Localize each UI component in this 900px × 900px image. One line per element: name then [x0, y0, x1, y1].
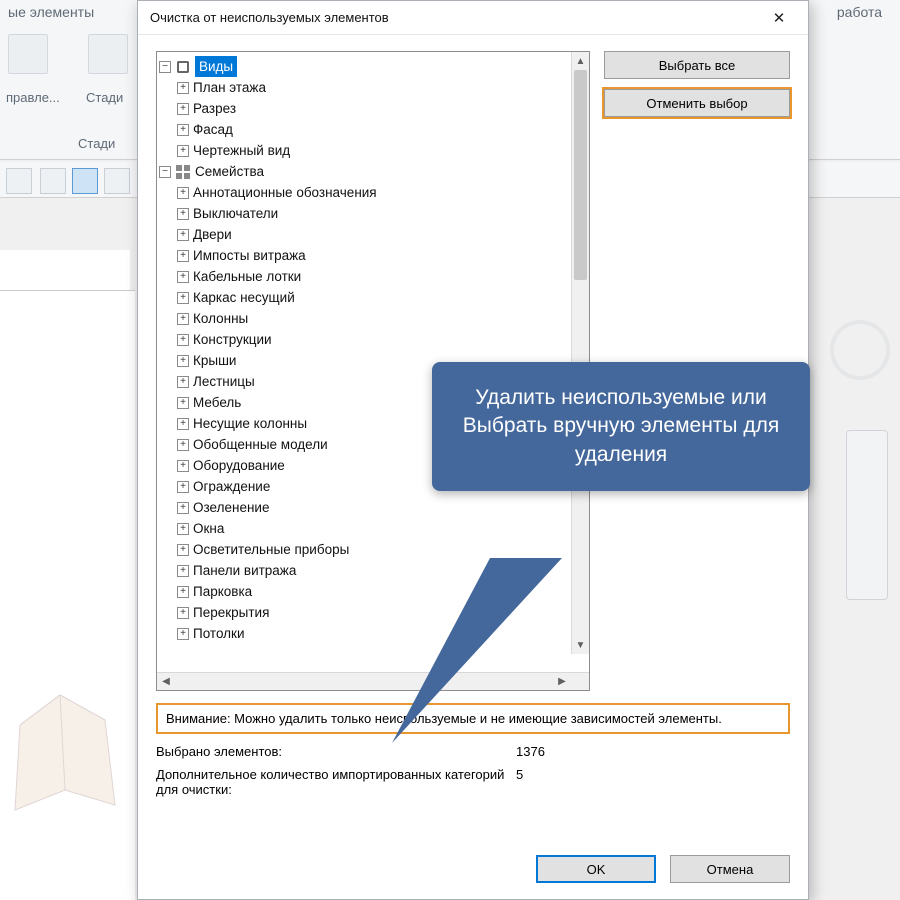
- families-node-6[interactable]: Колонны: [193, 308, 248, 329]
- toolbar-btn-4[interactable]: [104, 168, 130, 194]
- families-expand-19[interactable]: [177, 586, 189, 598]
- families-expand-3[interactable]: [177, 250, 189, 262]
- expand-toggle-views[interactable]: [159, 61, 171, 73]
- expand-toggle-families[interactable]: [159, 166, 171, 178]
- scroll-left-arrow-icon[interactable]: ◀: [157, 673, 175, 690]
- families-node-4[interactable]: Кабельные лотки: [193, 266, 301, 287]
- extra-categories-value: 5: [516, 767, 523, 797]
- families-node-17[interactable]: Осветительные приборы: [193, 539, 349, 560]
- families-node-20[interactable]: Перекрытия: [193, 602, 269, 623]
- deselect-all-button[interactable]: Отменить выбор: [604, 89, 790, 117]
- families-node-3[interactable]: Импосты витража: [193, 245, 306, 266]
- views-expand-1[interactable]: [177, 103, 189, 115]
- families-node-8[interactable]: Крыши: [193, 350, 236, 371]
- navigation-bar[interactable]: [846, 430, 888, 600]
- stats-block: Выбрано элементов: 1376 Дополнительное к…: [156, 744, 790, 805]
- views-node-1[interactable]: Разрез: [193, 98, 236, 119]
- families-expand-21[interactable]: [177, 628, 189, 640]
- tree-node-families[interactable]: Семейства: [195, 161, 264, 182]
- scroll-up-arrow-icon[interactable]: ▲: [572, 52, 589, 70]
- families-expand-15[interactable]: [177, 502, 189, 514]
- families-expand-10[interactable]: [177, 397, 189, 409]
- tree-node-views[interactable]: Виды: [195, 56, 237, 77]
- element-tree[interactable]: Виды План этажаРазрезФасадЧертежный вид …: [159, 56, 587, 644]
- families-expand-8[interactable]: [177, 355, 189, 367]
- toolbar-btn-active[interactable]: [72, 168, 98, 194]
- families-expand-0[interactable]: [177, 187, 189, 199]
- families-category-icon: [175, 164, 191, 180]
- families-node-19[interactable]: Парковка: [193, 581, 252, 602]
- families-node-15[interactable]: Озеленение: [193, 497, 269, 518]
- families-node-13[interactable]: Оборудование: [193, 455, 285, 476]
- close-icon[interactable]: ✕: [758, 4, 800, 32]
- families-node-0[interactable]: Аннотационные обозначения: [193, 182, 377, 203]
- ribbon-tab-left[interactable]: ые элементы: [8, 4, 94, 20]
- families-expand-6[interactable]: [177, 313, 189, 325]
- ribbon-tab-right[interactable]: работа: [837, 4, 882, 20]
- families-node-5[interactable]: Каркас несущий: [193, 287, 295, 308]
- tree-vertical-scrollbar[interactable]: ▲ ▼: [571, 52, 589, 654]
- ribbon-button-2[interactable]: [88, 34, 128, 74]
- ribbon-panel-label-1: правле...: [6, 90, 60, 105]
- families-node-2[interactable]: Двери: [193, 224, 232, 245]
- families-expand-12[interactable]: [177, 439, 189, 451]
- toolbar-btn-2[interactable]: [40, 168, 66, 194]
- families-expand-9[interactable]: [177, 376, 189, 388]
- families-expand-5[interactable]: [177, 292, 189, 304]
- families-node-9[interactable]: Лестницы: [193, 371, 255, 392]
- views-expand-0[interactable]: [177, 82, 189, 94]
- 3d-model-preview: [5, 640, 125, 820]
- scroll-down-arrow-icon[interactable]: ▼: [572, 636, 589, 654]
- families-expand-18[interactable]: [177, 565, 189, 577]
- ribbon-panel-label-2: Стади: [86, 90, 123, 105]
- families-expand-11[interactable]: [177, 418, 189, 430]
- families-expand-4[interactable]: [177, 271, 189, 283]
- ribbon-group-label: Стади: [78, 136, 115, 151]
- select-all-button[interactable]: Выбрать все: [604, 51, 790, 79]
- families-node-7[interactable]: Конструкции: [193, 329, 272, 350]
- toolbar-btn-1[interactable]: [6, 168, 32, 194]
- families-node-21[interactable]: Потолки: [193, 623, 244, 644]
- families-expand-16[interactable]: [177, 523, 189, 535]
- families-expand-7[interactable]: [177, 334, 189, 346]
- families-expand-1[interactable]: [177, 208, 189, 220]
- families-expand-17[interactable]: [177, 544, 189, 556]
- families-node-14[interactable]: Ограждение: [193, 476, 270, 497]
- ok-button[interactable]: OK: [536, 855, 656, 883]
- cancel-button[interactable]: Отмена: [670, 855, 790, 883]
- dialog-titlebar: Очистка от неиспользуемых элементов ✕: [138, 1, 808, 35]
- annotation-callout: Удалить неиспользуемые или Выбрать вручн…: [432, 362, 810, 491]
- families-expand-2[interactable]: [177, 229, 189, 241]
- annotation-callout-tail: [392, 558, 572, 748]
- properties-panel-tab: CE ✕: [0, 250, 130, 290]
- views-node-2[interactable]: Фасад: [193, 119, 233, 140]
- ribbon-button-1[interactable]: [8, 34, 48, 74]
- families-expand-13[interactable]: [177, 460, 189, 472]
- drawing-area: [0, 290, 135, 900]
- views-expand-2[interactable]: [177, 124, 189, 136]
- views-node-3[interactable]: Чертежный вид: [193, 140, 290, 161]
- families-node-1[interactable]: Выключатели: [193, 203, 278, 224]
- scroll-thumb[interactable]: [574, 70, 587, 280]
- dialog-title: Очистка от неиспользуемых элементов: [150, 10, 758, 25]
- families-node-11[interactable]: Несущие колонны: [193, 413, 307, 434]
- families-node-10[interactable]: Мебель: [193, 392, 241, 413]
- viewcube[interactable]: [830, 320, 890, 380]
- views-category-icon: [175, 59, 191, 75]
- families-expand-20[interactable]: [177, 607, 189, 619]
- families-expand-14[interactable]: [177, 481, 189, 493]
- families-node-16[interactable]: Окна: [193, 518, 224, 539]
- views-node-0[interactable]: План этажа: [193, 77, 266, 98]
- extra-categories-label: Дополнительное количество импортированны…: [156, 767, 516, 797]
- views-expand-3[interactable]: [177, 145, 189, 157]
- families-node-12[interactable]: Обобщенные модели: [193, 434, 328, 455]
- families-node-18[interactable]: Панели витража: [193, 560, 296, 581]
